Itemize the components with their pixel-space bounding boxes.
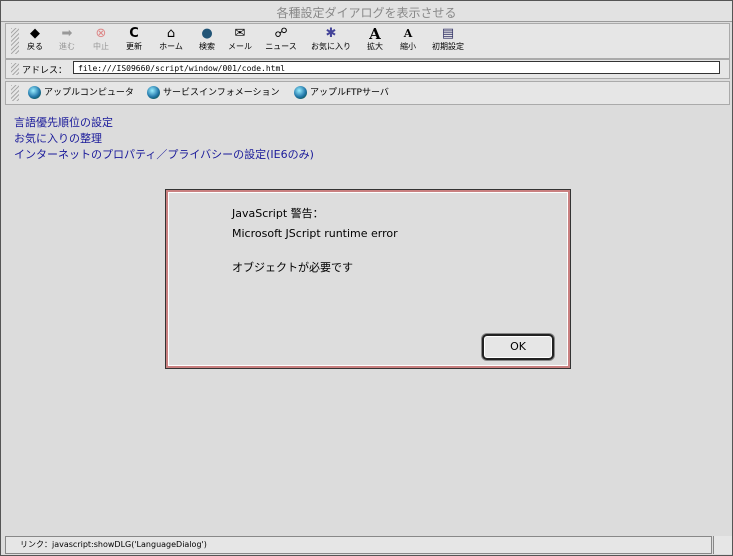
mail-button[interactable]: ✉ メール — [223, 26, 257, 56]
address-label: アドレス： — [22, 66, 68, 76]
news-icon: ☍ — [274, 26, 288, 41]
browser-window: 各種設定ダイアログを表示させる ◆ 戻る ➡ 進む ⊗ 中止 C 更新 ⌂ ホー… — [0, 0, 733, 556]
address-bar: アドレス： file:///IS09660/script/window/001/… — [5, 59, 730, 79]
preferences-icon: ▤ — [441, 26, 455, 41]
text-smaller-icon: A — [403, 27, 413, 40]
stop-icon: ⊗ — [95, 26, 107, 41]
resize-handle[interactable] — [713, 536, 732, 554]
toolbar-grip[interactable] — [11, 28, 19, 54]
stop-label: 中止 — [93, 42, 109, 51]
mail-icon: ✉ — [234, 26, 246, 41]
link-organize-favorites[interactable]: お気に入りの整理 — [14, 130, 102, 146]
text-smaller-button[interactable]: A 縮小 — [393, 26, 423, 56]
globe-icon — [294, 86, 307, 99]
javascript-alert-dialog: JavaScript 警告： Microsoft JScript runtime… — [165, 189, 571, 369]
favorite-label: アップルコンピュータ — [44, 88, 134, 98]
dialog-message: オブジェクトが必要です — [232, 261, 353, 274]
search-icon: ● — [201, 26, 213, 41]
home-label: ホーム — [159, 42, 183, 51]
favorite-apple-ftp-server[interactable]: アップルFTPサーバ — [294, 85, 389, 101]
link-internet-properties[interactable]: インターネットのプロパティ／プライバシーの設定(IE6のみ) — [14, 146, 314, 162]
globe-icon — [28, 86, 41, 99]
address-grip[interactable] — [11, 63, 19, 75]
text-larger-label: 拡大 — [367, 42, 383, 51]
navigation-toolbar: ◆ 戻る ➡ 進む ⊗ 中止 C 更新 ⌂ ホーム ● 検索 ✉ メール ☍ ニ — [5, 23, 730, 59]
forward-label: 進む — [59, 42, 75, 51]
favorite-label: アップルFTPサーバ — [310, 88, 389, 98]
ok-button[interactable]: OK — [482, 334, 554, 360]
refresh-icon: C — [129, 26, 139, 41]
search-label: 検索 — [199, 42, 215, 51]
favorites-grip[interactable] — [11, 85, 19, 101]
preferences-button[interactable]: ▤ 初期設定 — [426, 26, 470, 56]
forward-icon: ➡ — [61, 26, 73, 41]
preferences-label: 初期設定 — [432, 42, 464, 51]
stop-button[interactable]: ⊗ 中止 — [86, 26, 116, 56]
address-input[interactable]: file:///IS09660/script/window/001/code.h… — [73, 61, 720, 74]
favorite-apple-computer[interactable]: アップルコンピュータ — [28, 85, 134, 101]
favorite-label: サービスインフォメーション — [163, 88, 280, 98]
home-button[interactable]: ⌂ ホーム — [151, 26, 191, 56]
text-smaller-label: 縮小 — [400, 42, 416, 51]
favorite-service-information[interactable]: サービスインフォメーション — [147, 85, 280, 101]
refresh-button[interactable]: C 更新 — [119, 26, 149, 56]
mail-label: メール — [228, 42, 252, 51]
home-icon: ⌂ — [166, 26, 176, 41]
back-label: 戻る — [27, 42, 43, 51]
favorites-icon: ✱ — [325, 26, 337, 41]
search-button[interactable]: ● 検索 — [192, 26, 222, 56]
dialog-error: Microsoft JScript runtime error — [232, 227, 398, 240]
text-larger-icon: A — [369, 25, 381, 43]
refresh-label: 更新 — [126, 42, 142, 51]
favorites-label: お気に入り — [311, 42, 351, 51]
status-text: リンク：javascript:showDLG('LanguageDialog') — [20, 540, 207, 549]
text-larger-button[interactable]: A 拡大 — [360, 26, 390, 56]
title-bar[interactable]: 各種設定ダイアログを表示させる — [1, 1, 732, 22]
favorites-bar: アップルコンピュータ サービスインフォメーション アップルFTPサーバ — [5, 81, 730, 105]
favorites-button[interactable]: ✱ お気に入り — [306, 26, 356, 56]
status-bar: リンク：javascript:showDLG('LanguageDialog') — [5, 536, 712, 554]
globe-icon — [147, 86, 160, 99]
back-icon: ◆ — [30, 26, 40, 41]
news-button[interactable]: ☍ ニュース — [260, 26, 302, 56]
news-label: ニュース — [265, 42, 297, 51]
dialog-heading: JavaScript 警告： — [232, 207, 324, 220]
forward-button[interactable]: ➡ 進む — [52, 26, 82, 56]
window-title: 各種設定ダイアログを表示させる — [276, 6, 457, 20]
link-language-priority[interactable]: 言語優先順位の設定 — [14, 114, 113, 130]
back-button[interactable]: ◆ 戻る — [20, 26, 50, 56]
